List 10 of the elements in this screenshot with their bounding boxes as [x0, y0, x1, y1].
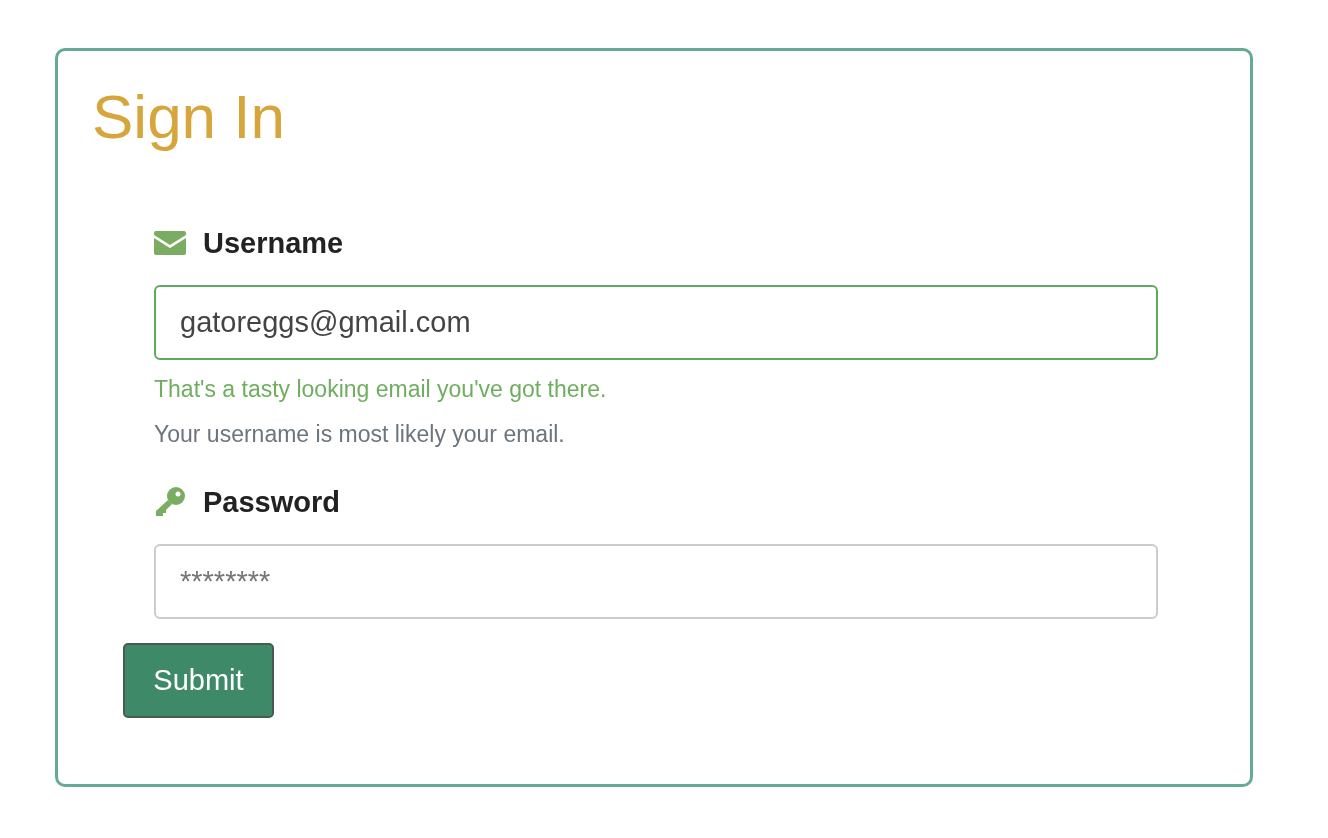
- field-label: Password: [203, 485, 340, 519]
- field-label: Username: [203, 226, 344, 260]
- envelope-icon: [154, 231, 186, 255]
- input-field[interactable]: ********: [154, 544, 1158, 619]
- input-field[interactable]: gatoreggs@gmail.com: [154, 285, 1158, 360]
- submit-button[interactable]: Submit: [123, 643, 274, 718]
- form-title: Sign In: [92, 81, 287, 153]
- validation-message: That's a tasty looking email you've got there.: [154, 376, 608, 403]
- key-icon: [154, 486, 186, 518]
- help-text: Your username is most likely your email.: [154, 421, 566, 448]
